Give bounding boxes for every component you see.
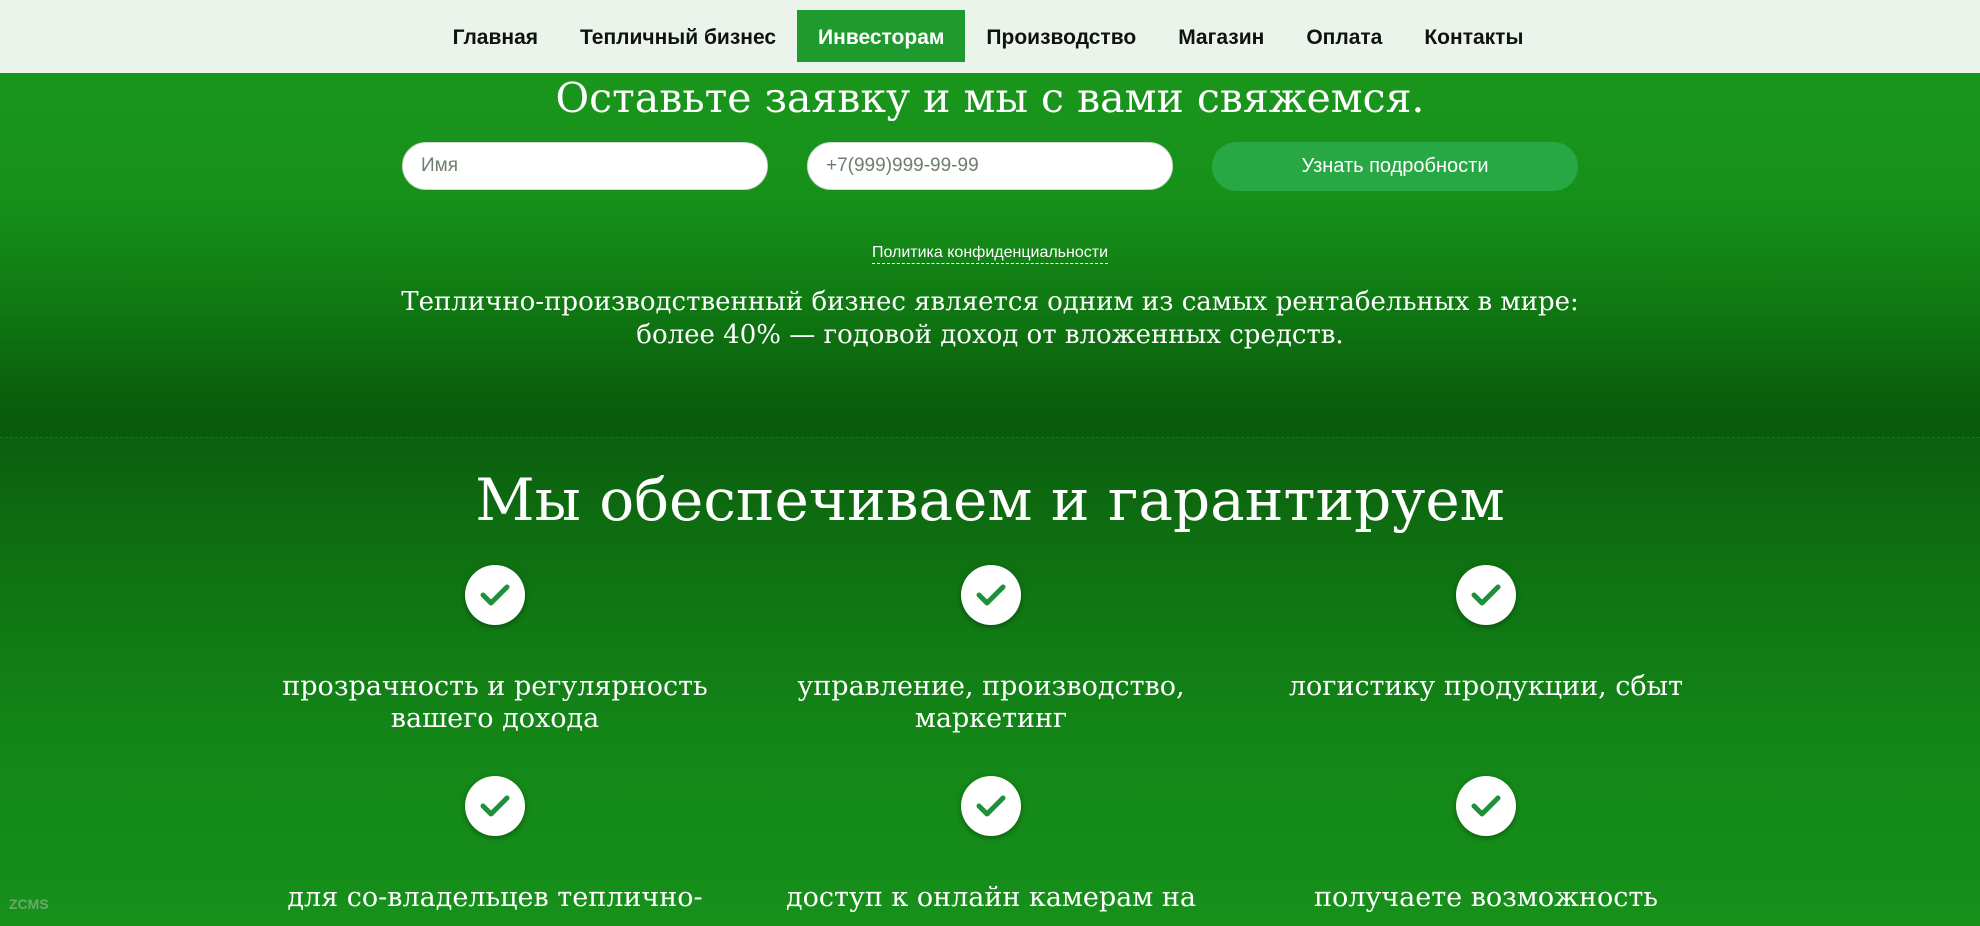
guarantees-title: Мы обеспечиваем и гарантируем: [475, 466, 1505, 534]
guarantee-item: для со-владельцев теплично-: [255, 882, 735, 914]
form-title: Оставьте заявку и мы с вами свяжемся.: [555, 74, 1425, 122]
zcms-watermark: ZCMS: [9, 896, 49, 912]
nav-menu: Главная Тепличный бизнес Инвесторам Прои…: [432, 10, 1545, 62]
check-icon: [961, 776, 1021, 836]
learn-more-button[interactable]: Узнать подробности: [1212, 142, 1578, 191]
guarantee-text-line: доступ к онлайн камерам на: [786, 882, 1196, 913]
guarantee-item: прозрачность и регулярность вашего доход…: [255, 671, 735, 735]
business-description: Теплично-производственный бизнес являетс…: [0, 286, 1980, 352]
description-line-2: более 40% — годовой доход от вложенных с…: [636, 320, 1344, 350]
guarantees-section: Мы обеспечиваем и гарантируем прозрачнос…: [0, 438, 1980, 926]
privacy-policy-link[interactable]: Политика конфиденциальности: [871, 244, 1109, 264]
privacy-policy-wrapper: Политика конфиденциальности: [0, 242, 1980, 264]
guarantee-text-line: прозрачность и регулярность: [282, 671, 708, 702]
nav-item-investors[interactable]: Инвесторам: [797, 10, 966, 62]
description-line-1: Теплично-производственный бизнес являетс…: [401, 287, 1579, 317]
guarantee-text-line: логистику продукции, сбыт: [1288, 671, 1684, 702]
name-input[interactable]: [402, 142, 768, 190]
top-navigation: Главная Тепличный бизнес Инвесторам Прои…: [0, 0, 1980, 73]
guarantee-text-line: управление, производство,: [797, 671, 1185, 702]
nav-item-shop[interactable]: Магазин: [1157, 10, 1285, 62]
guarantee-text-line: для со-владельцев теплично-: [287, 882, 703, 913]
check-icon: [1456, 776, 1516, 836]
guarantee-text-line: маркетинг: [914, 703, 1068, 734]
guarantee-item: управление, производство, маркетинг: [751, 671, 1231, 735]
guarantee-item: логистику продукции, сбыт: [1246, 671, 1726, 703]
nav-item-payment[interactable]: Оплата: [1285, 10, 1403, 62]
guarantee-item: доступ к онлайн камерам на: [751, 882, 1231, 914]
check-icon: [1456, 565, 1516, 625]
guarantee-text-line: получаете возможность: [1314, 882, 1658, 913]
guarantee-item: получаете возможность: [1246, 882, 1726, 914]
request-form-section: Оставьте заявку и мы с вами свяжемся. Уз…: [0, 73, 1980, 438]
guarantee-text-line: вашего дохода: [390, 703, 600, 734]
nav-item-home[interactable]: Главная: [432, 10, 559, 62]
nav-item-contacts[interactable]: Контакты: [1403, 10, 1544, 62]
check-icon: [465, 776, 525, 836]
nav-item-production[interactable]: Производство: [965, 10, 1157, 62]
check-icon: [465, 565, 525, 625]
check-icon: [961, 565, 1021, 625]
nav-item-greenhouse-business[interactable]: Тепличный бизнес: [559, 10, 797, 62]
phone-input[interactable]: [807, 142, 1173, 190]
